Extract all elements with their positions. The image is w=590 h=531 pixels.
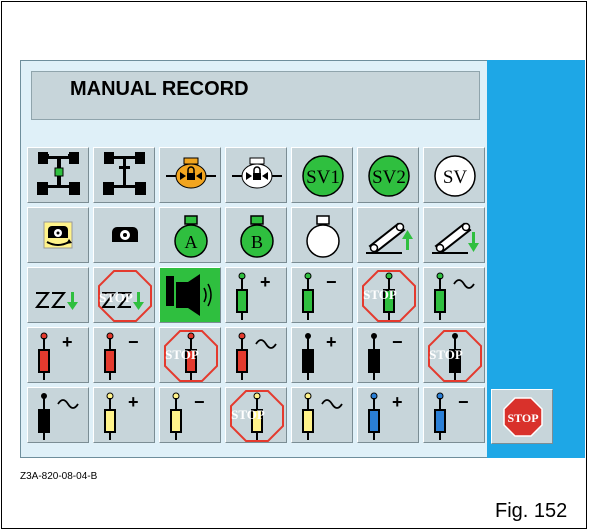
minus-label: −: [392, 332, 403, 352]
yellow-valve-stop-icon: STOP: [230, 390, 284, 442]
yellow-valve-minus-button[interactable]: −: [159, 387, 221, 443]
mode-22-stop-icon: STOP: [98, 270, 152, 322]
minus-label: −: [326, 272, 337, 292]
stop-button[interactable]: STOP: [491, 389, 553, 444]
red-valve-plus-icon: +: [38, 332, 73, 380]
page-title: MANUAL RECORD: [70, 78, 249, 100]
sv2-label: SV2: [372, 167, 406, 188]
axle-disconnect-button[interactable]: [93, 147, 155, 203]
tank-a-button[interactable]: A: [159, 207, 221, 263]
tank-b-icon: B: [240, 215, 274, 258]
sv1-icon: SV1: [302, 155, 344, 197]
yellow-valve-float-button[interactable]: [291, 387, 353, 443]
stop-overlay-label: STOP: [99, 290, 133, 305]
blue-valve-plus-icon: +: [368, 392, 403, 440]
red-valve-stop-button[interactable]: STOP: [159, 327, 221, 383]
figure-label: Fig. 152: [495, 500, 568, 522]
plus-label: +: [392, 392, 403, 412]
plus-label: +: [128, 392, 139, 412]
tank-empty-button[interactable]: [291, 207, 353, 263]
blue-valve-plus-button[interactable]: +: [357, 387, 419, 443]
black-valve-minus-button[interactable]: −: [357, 327, 419, 383]
black-valve-plus-icon: +: [302, 332, 337, 380]
green-valve-stop-button[interactable]: STOP: [357, 267, 419, 323]
black-valve-minus-icon: −: [368, 332, 403, 380]
blue-valve-minus-button[interactable]: −: [423, 387, 485, 443]
sv1-label: SV1: [306, 167, 340, 188]
title-bar: MANUAL RECORD: [31, 71, 480, 120]
plus-label: +: [326, 332, 337, 352]
tank-a-label: A: [185, 232, 198, 252]
engine-unlock-icon: [232, 157, 282, 189]
axle-center-icon: [37, 152, 80, 195]
stop-overlay-label: STOP: [165, 347, 199, 362]
horn-button[interactable]: [159, 267, 221, 323]
green-valve-float-icon: [434, 272, 475, 320]
arm-down-icon: [432, 222, 479, 254]
stop-sign-icon: STOP: [503, 397, 543, 437]
engine-lock-button[interactable]: [159, 147, 221, 203]
blue-valve-minus-icon: −: [434, 392, 469, 440]
yellow-valve-stop-button[interactable]: STOP: [225, 387, 287, 443]
sv2-icon: SV2: [368, 155, 410, 197]
stop-overlay-label: STOP: [429, 347, 463, 362]
figure-caption: Z3A-820-08-04-B: [20, 471, 98, 482]
red-valve-stop-icon: STOP: [164, 330, 218, 382]
green-valve-plus-icon: +: [236, 272, 271, 320]
horn-icon: [166, 274, 212, 316]
axle-center-button[interactable]: [27, 147, 89, 203]
pto-icon: [112, 227, 138, 242]
sv1-button[interactable]: SV1: [291, 147, 353, 203]
tank-b-label: B: [251, 232, 263, 252]
sv2-button[interactable]: SV2: [357, 147, 419, 203]
sv-label: SV: [443, 167, 468, 188]
plus-label: +: [62, 332, 73, 352]
engine-unlock-button[interactable]: [225, 147, 287, 203]
stop-overlay-label: STOP: [231, 407, 265, 422]
arm-up-icon: [366, 222, 413, 254]
black-valve-float-button[interactable]: [27, 387, 89, 443]
green-valve-plus-button[interactable]: +: [225, 267, 287, 323]
mode-22-stop-button[interactable]: STOP: [93, 267, 155, 323]
engine-lock-icon: [166, 157, 216, 189]
tank-empty-icon: [306, 215, 340, 258]
red-valve-plus-button[interactable]: +: [27, 327, 89, 383]
arm-up-button[interactable]: [357, 207, 419, 263]
yellow-valve-plus-icon: +: [104, 392, 139, 440]
pto-button[interactable]: [93, 207, 155, 263]
stop-overlay-label: STOP: [363, 287, 397, 302]
pto-yellow-icon: [43, 221, 73, 249]
sv-button[interactable]: SV: [423, 147, 485, 203]
green-valve-minus-button[interactable]: −: [291, 267, 353, 323]
tank-b-button[interactable]: B: [225, 207, 287, 263]
plus-label: +: [260, 272, 271, 292]
green-valve-stop-icon: STOP: [362, 270, 416, 322]
yellow-valve-plus-button[interactable]: +: [93, 387, 155, 443]
pto-yellow-button[interactable]: [27, 207, 89, 263]
black-valve-stop-button[interactable]: STOP: [423, 327, 485, 383]
black-valve-plus-button[interactable]: +: [291, 327, 353, 383]
yellow-valve-minus-icon: −: [170, 392, 205, 440]
axle-disconnect-icon: [103, 152, 146, 195]
red-valve-minus-icon: −: [104, 332, 139, 380]
arm-down-button[interactable]: [423, 207, 485, 263]
red-valve-float-icon: [236, 332, 277, 380]
stop-label: STOP: [507, 411, 538, 425]
tank-a-icon: A: [174, 215, 208, 258]
yellow-valve-float-icon: [302, 392, 343, 440]
green-valve-float-button[interactable]: [423, 267, 485, 323]
minus-label: −: [128, 332, 139, 352]
red-valve-minus-button[interactable]: −: [93, 327, 155, 383]
red-valve-float-button[interactable]: [225, 327, 287, 383]
mode-22-icon: [34, 292, 78, 310]
minus-label: −: [458, 392, 469, 412]
black-valve-stop-icon: STOP: [428, 330, 482, 382]
mode-22-button[interactable]: [27, 267, 89, 323]
minus-label: −: [194, 392, 205, 412]
sv-icon: SV: [434, 155, 476, 197]
black-valve-float-icon: [38, 393, 79, 440]
green-valve-minus-icon: −: [302, 272, 337, 320]
